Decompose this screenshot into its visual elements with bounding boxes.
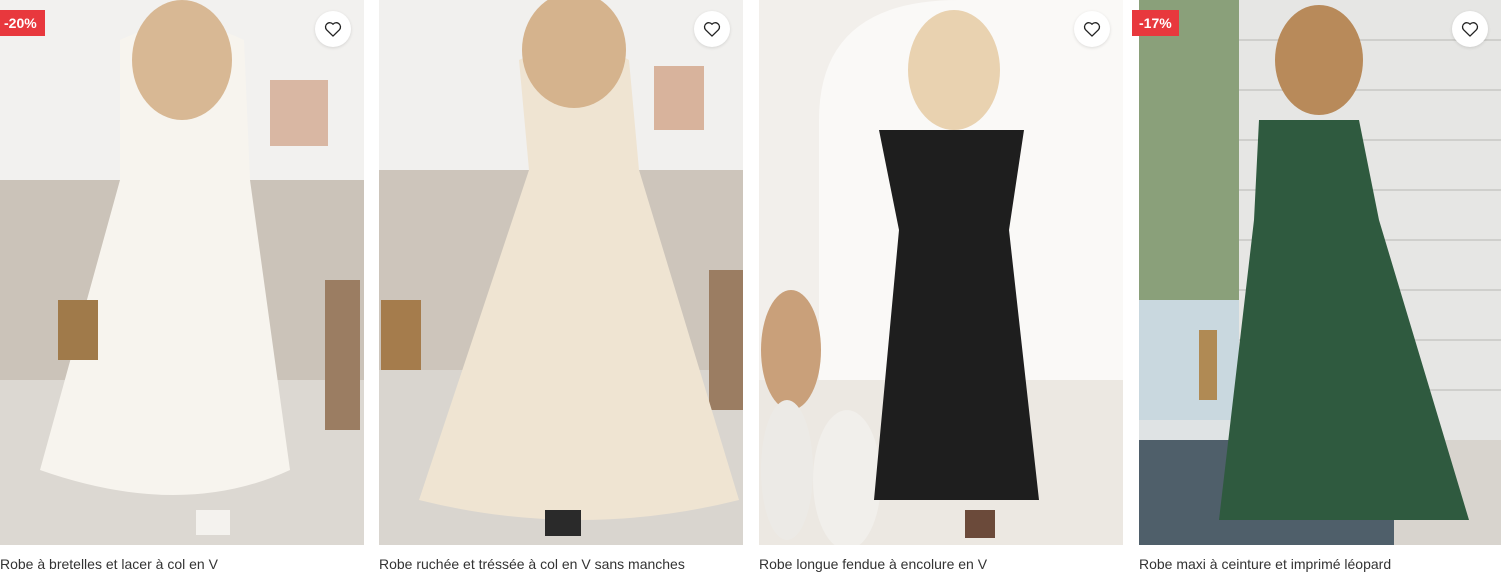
wishlist-button[interactable] — [694, 11, 730, 47]
discount-badge: -17% — [1132, 10, 1179, 36]
product-card[interactable]: Robe ruchée et tréssée à col en V sans m… — [379, 0, 743, 575]
wishlist-button[interactable] — [1452, 11, 1488, 47]
heart-outline-icon — [1461, 22, 1479, 37]
product-card[interactable]: Robe longue fendue à encolure en V — [759, 0, 1123, 575]
wishlist-button[interactable] — [315, 11, 351, 47]
product-card[interactable]: -20% Robe à bretelles et lacer à col en … — [0, 0, 364, 575]
product-image[interactable] — [759, 0, 1123, 545]
product-image[interactable] — [379, 0, 743, 545]
product-grid: -20% Robe à bretelles et lacer à col en … — [0, 0, 1501, 575]
heart-outline-icon — [703, 22, 721, 37]
heart-outline-icon — [324, 22, 342, 37]
discount-badge: -20% — [0, 10, 45, 36]
product-title[interactable]: Robe longue fendue à encolure en V — [759, 555, 987, 573]
wishlist-button[interactable] — [1074, 11, 1110, 47]
product-title[interactable]: Robe à bretelles et lacer à col en V — [0, 555, 218, 573]
product-image[interactable] — [1139, 0, 1501, 545]
product-title[interactable]: Robe ruchée et tréssée à col en V sans m… — [379, 555, 685, 573]
heart-outline-icon — [1083, 22, 1101, 37]
product-title[interactable]: Robe maxi à ceinture et imprimé léopard — [1139, 555, 1391, 573]
product-card[interactable]: -17% Robe maxi à ceinture et imprimé léo… — [1132, 0, 1501, 575]
product-image[interactable] — [0, 0, 364, 545]
